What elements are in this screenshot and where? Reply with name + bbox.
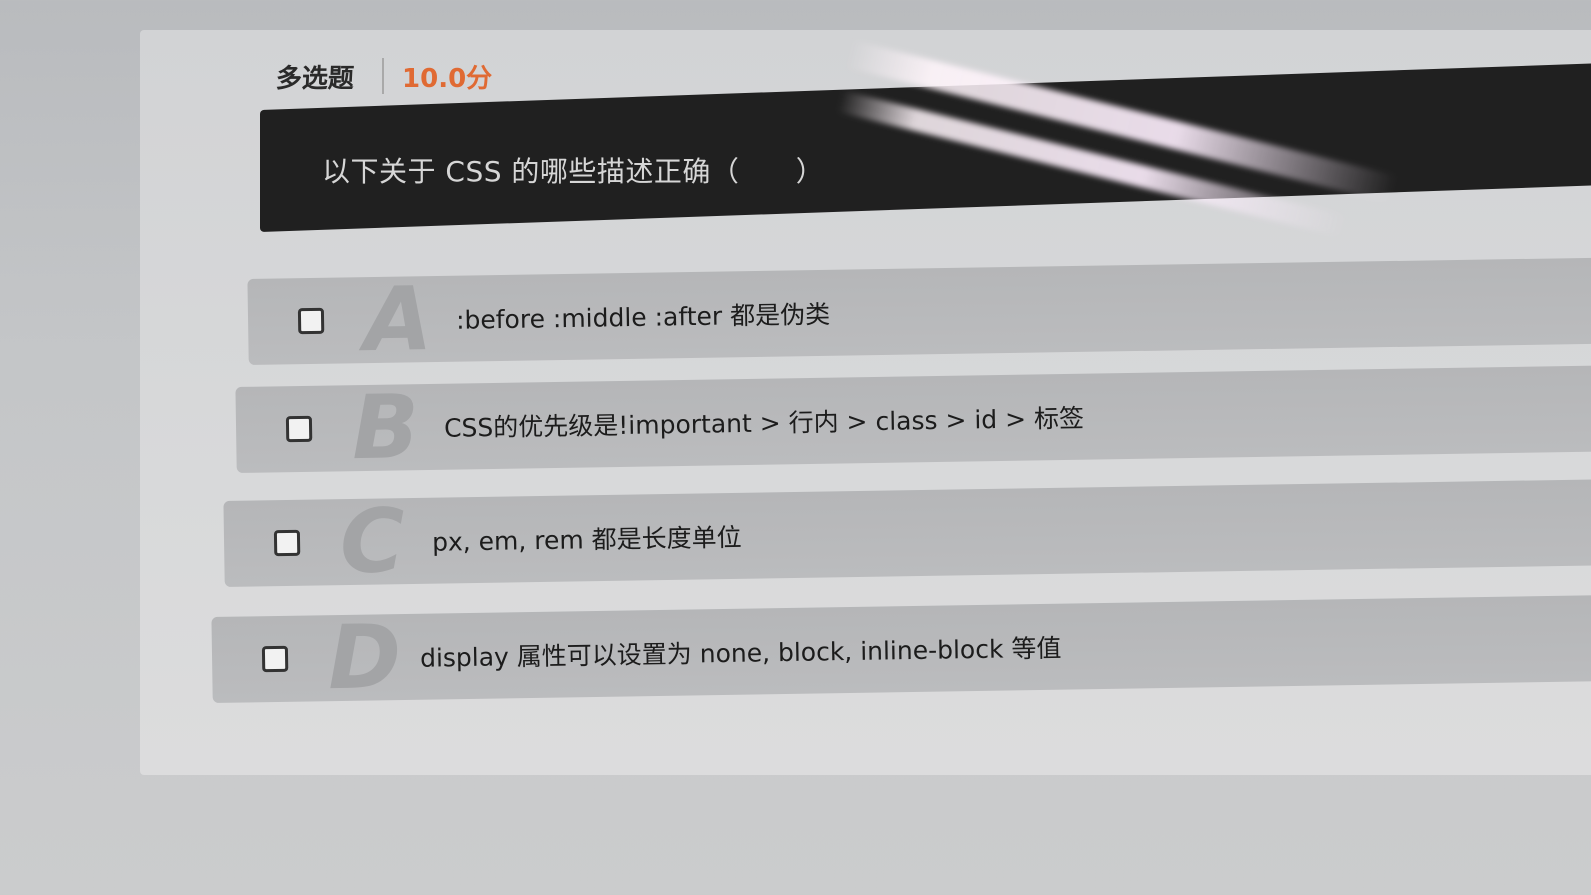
header-divider xyxy=(382,58,385,94)
option-c-checkbox[interactable] xyxy=(273,529,301,557)
question-stem: 以下关于 CSS 的哪些描述正确（ ） xyxy=(322,155,825,188)
option-a-letter: A xyxy=(363,267,433,372)
option-b-checkbox[interactable] xyxy=(285,415,313,443)
option-a-checkbox[interactable] xyxy=(297,307,325,335)
option-b-letter: B xyxy=(351,375,420,480)
option-a-text: :before :middle :after 都是伪类 xyxy=(455,299,831,335)
question-type-label: 多选题 xyxy=(275,63,355,94)
option-d-text: display 属性可以设置为 none, block, inline-bloc… xyxy=(419,633,1062,673)
option-d-checkbox[interactable] xyxy=(261,645,289,673)
option-b-text: CSS的优先级是!important > 行内 > class > id > 标… xyxy=(443,403,1085,443)
option-c-letter: C xyxy=(339,489,406,594)
option-c-text: px, em, rem 都是长度单位 xyxy=(431,522,742,557)
question-header: 多选题 10.0分 xyxy=(275,56,493,96)
question-score: 10.0分 xyxy=(402,63,493,94)
option-d-letter: D xyxy=(327,605,402,710)
